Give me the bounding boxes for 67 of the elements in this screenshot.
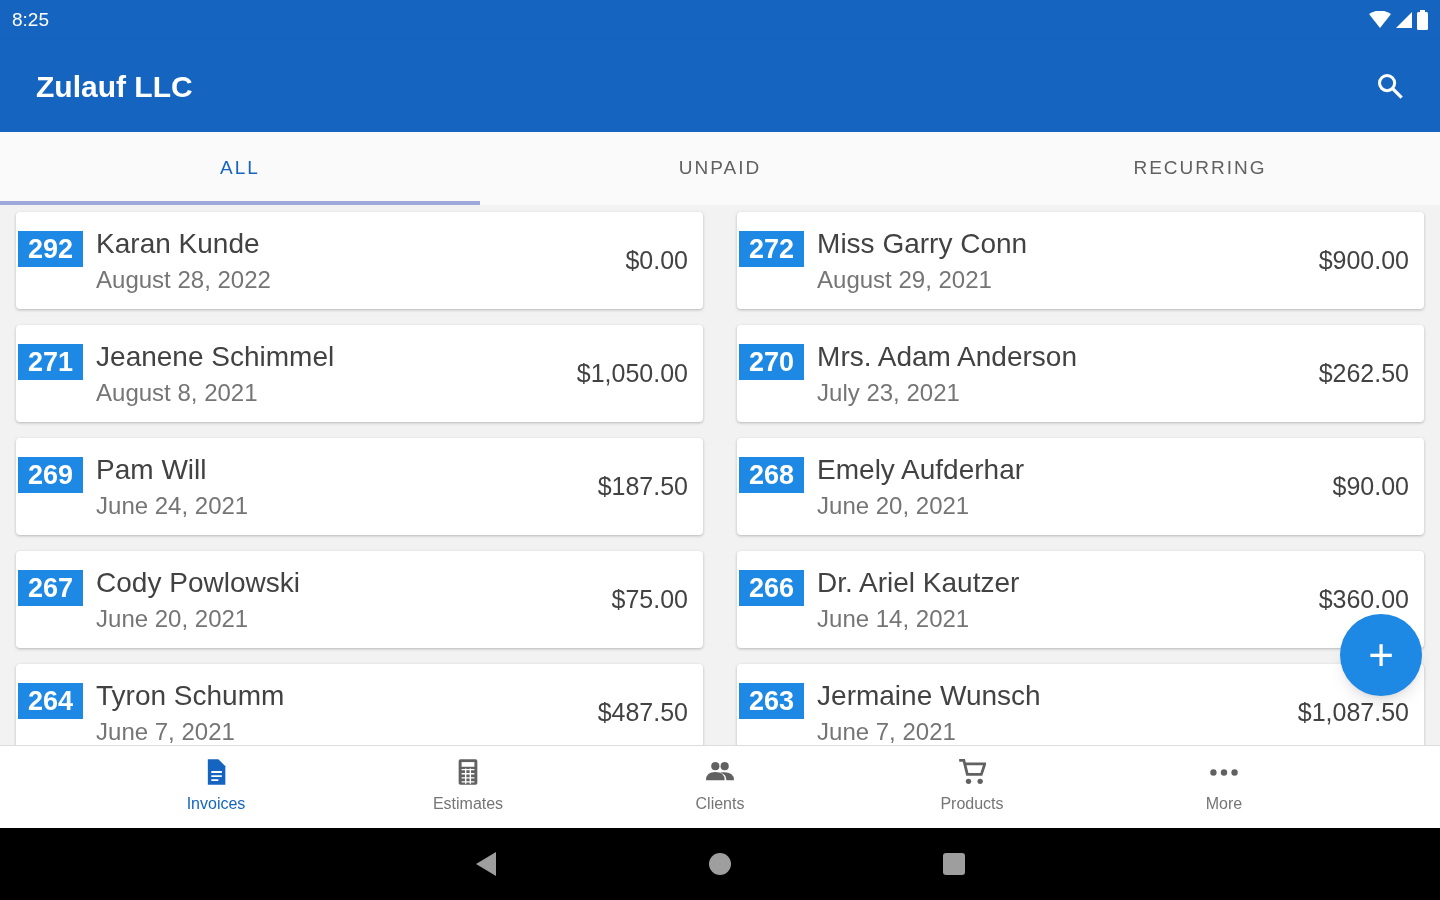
invoice-card[interactable]: 267 Cody Powlowski June 20, 2021 $75.00 xyxy=(16,551,703,648)
client-name: Jermaine Wunsch xyxy=(817,679,1042,713)
client-name: Jeanene Schimmel xyxy=(96,340,336,374)
invoice-date: August 29, 2021 xyxy=(817,265,993,295)
tab[interactable]: ALL xyxy=(0,132,480,205)
invoice-card[interactable]: 270 Mrs. Adam Anderson July 23, 2021 $262.50 xyxy=(737,325,1424,422)
invoice-number: 263 xyxy=(739,683,805,719)
invoice-number: 266 xyxy=(739,570,805,606)
back-icon[interactable] xyxy=(474,851,498,877)
invoice-amount: $360.00 xyxy=(1318,583,1409,615)
invoice-number: 270 xyxy=(739,344,805,380)
invoice-amount: $187.50 xyxy=(597,470,688,502)
invoice-amount: $0.00 xyxy=(625,244,688,276)
signal-icon xyxy=(1395,11,1413,29)
client-name: Karan Kunde xyxy=(96,227,261,261)
invoice-amount: $262.50 xyxy=(1318,357,1409,389)
invoice-card[interactable]: 271 Jeanene Schimmel August 8, 2021 $1,050.00 xyxy=(16,325,703,422)
invoice-amount: $75.00 xyxy=(611,583,688,615)
search-icon[interactable] xyxy=(1376,72,1404,100)
invoice-number: 271 xyxy=(18,344,84,380)
wifi-icon xyxy=(1369,11,1391,29)
recents-icon[interactable] xyxy=(942,852,966,876)
client-name: Pam Will xyxy=(96,453,208,487)
invoice-amount: $1,087.50 xyxy=(1297,696,1409,728)
nav-item[interactable]: Products xyxy=(846,746,1098,828)
invoice-number: 269 xyxy=(18,457,84,493)
invoice-number: 292 xyxy=(18,231,84,267)
invoice-amount: $487.50 xyxy=(597,696,688,728)
invoice-number: 264 xyxy=(18,683,84,719)
invoice-amount: $1,050.00 xyxy=(576,357,688,389)
client-name: Tyron Schumm xyxy=(96,679,286,713)
invoice-date: August 28, 2022 xyxy=(96,265,272,295)
invoice-card[interactable]: 292 Karan Kunde August 28, 2022 $0.00 xyxy=(16,212,703,309)
invoice-date: June 7, 2021 xyxy=(96,717,236,745)
invoice-date: June 7, 2021 xyxy=(817,717,957,745)
invoice-date: June 20, 2021 xyxy=(817,491,971,521)
nav-item[interactable]: Estimates xyxy=(342,746,594,828)
client-name: Emely Aufderhar xyxy=(817,453,1026,487)
invoice-amount: $900.00 xyxy=(1318,244,1409,276)
invoice-date: June 24, 2021 xyxy=(96,491,250,521)
client-name: Miss Garry Conn xyxy=(817,227,1029,261)
invoice-card[interactable]: 264 Tyron Schumm June 7, 2021 $487.50 xyxy=(16,664,703,745)
nav-item[interactable]: Invoices xyxy=(90,746,342,828)
app-title: Zulauf LLC xyxy=(36,68,193,105)
invoice-date: June 14, 2021 xyxy=(817,604,971,634)
more-icon xyxy=(1210,768,1238,776)
invoice-card[interactable]: 272 Miss Garry Conn August 29, 2021 $900.00 xyxy=(737,212,1424,309)
tab[interactable]: UNPAID xyxy=(480,132,960,205)
tab[interactable]: RECURRING xyxy=(960,132,1440,205)
invoice-amount: $90.00 xyxy=(1332,470,1409,502)
invoice-number: 272 xyxy=(739,231,805,267)
battery-icon xyxy=(1417,10,1428,30)
invoice-card[interactable]: 268 Emely Aufderhar June 20, 2021 $90.00 xyxy=(737,438,1424,535)
client-name: Mrs. Adam Anderson xyxy=(817,340,1078,374)
nav-item[interactable]: More xyxy=(1098,746,1350,828)
client-name: Cody Powlowski xyxy=(96,566,301,600)
nav-item[interactable]: Clients xyxy=(594,746,846,828)
products-icon xyxy=(958,758,986,786)
invoice-date: June 20, 2021 xyxy=(96,604,250,634)
invoice-number: 267 xyxy=(18,570,84,606)
invoice-date: July 23, 2021 xyxy=(817,378,961,408)
invoice-number: 268 xyxy=(739,457,805,493)
client-name: Dr. Ariel Kautzer xyxy=(817,566,1021,600)
invoice-date: August 8, 2021 xyxy=(96,378,259,408)
invoice-card[interactable]: 269 Pam Will June 24, 2021 $187.50 xyxy=(16,438,703,535)
status-time: 8:25 xyxy=(12,7,49,32)
home-icon[interactable] xyxy=(708,852,732,876)
